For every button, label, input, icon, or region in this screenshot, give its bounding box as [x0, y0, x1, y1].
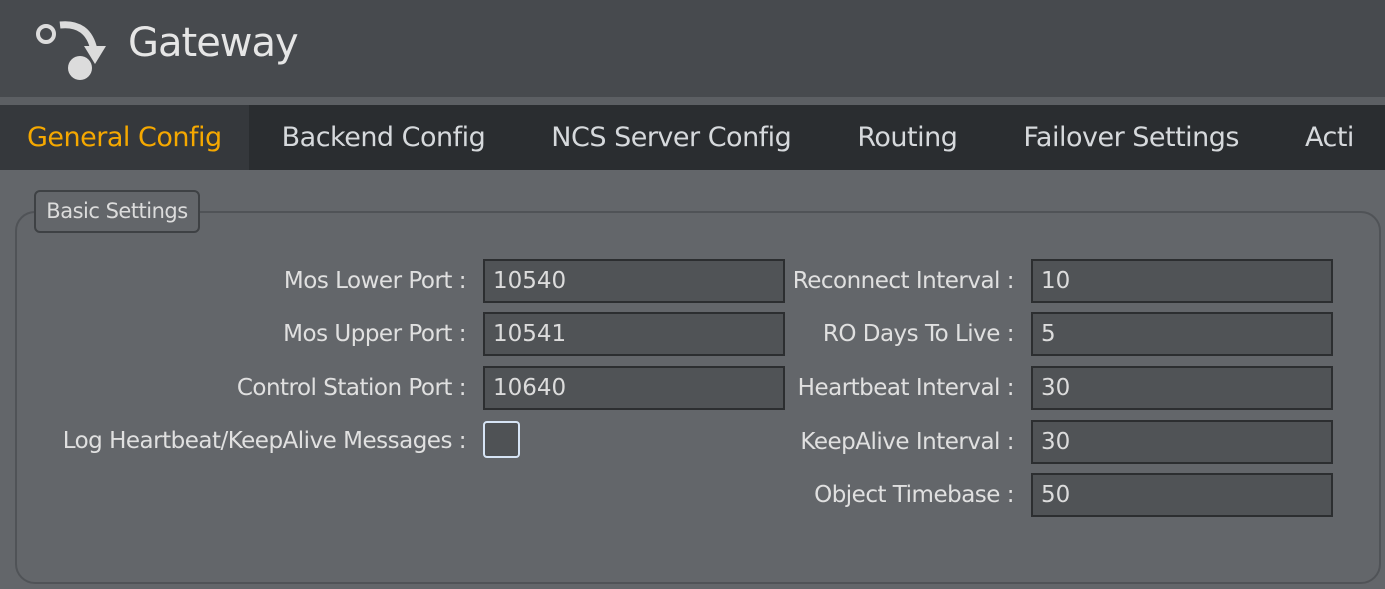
ro-days-to-live-label: RO Days To Live : — [822, 321, 1015, 347]
tab-routing[interactable]: Routing — [824, 105, 990, 170]
divider — [0, 97, 1385, 105]
heartbeat-interval-label: Heartbeat Interval : — [797, 375, 1015, 401]
tab-backend-config[interactable]: Backend Config — [249, 105, 519, 170]
heartbeat-interval-input[interactable] — [1031, 366, 1333, 410]
tab-ncs-server-config[interactable]: NCS Server Config — [518, 105, 824, 170]
tab-general-config[interactable]: General Config — [0, 105, 249, 170]
app-header: Gateway — [0, 0, 1385, 97]
mos-lower-port-label: Mos Lower Port : — [283, 268, 467, 294]
tab-bar: General Config Backend Config NCS Server… — [0, 105, 1385, 170]
reconnect-interval-label: Reconnect Interval : — [792, 268, 1015, 294]
object-timebase-label: Object Timebase : — [814, 482, 1014, 508]
mos-lower-port-input[interactable] — [483, 259, 785, 303]
object-timebase-input[interactable] — [1031, 473, 1333, 517]
tab-activity[interactable]: Acti — [1272, 105, 1385, 170]
tab-failover-settings[interactable]: Failover Settings — [990, 105, 1272, 170]
gateway-logo-icon — [36, 21, 106, 80]
mos-upper-port-label: Mos Upper Port : — [283, 321, 466, 347]
control-station-port-input[interactable] — [483, 366, 785, 410]
keepalive-interval-input[interactable] — [1031, 420, 1333, 464]
reconnect-interval-input[interactable] — [1031, 259, 1333, 303]
app-title: Gateway — [128, 20, 299, 66]
mos-upper-port-input[interactable] — [483, 312, 785, 356]
ro-days-to-live-input[interactable] — [1031, 312, 1333, 356]
log-heartbeat-checkbox[interactable] — [483, 421, 520, 458]
control-station-port-label: Control Station Port : — [236, 375, 467, 401]
log-heartbeat-label: Log Heartbeat/KeepAlive Messages : — [62, 428, 467, 454]
basic-settings-legend: Basic Settings — [34, 190, 200, 233]
keepalive-interval-label: KeepAlive Interval : — [800, 429, 1014, 455]
